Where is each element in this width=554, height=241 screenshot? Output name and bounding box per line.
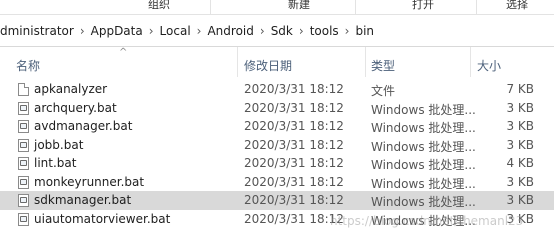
column-divider[interactable]: [237, 47, 238, 77]
column-header-name[interactable]: 名称: [16, 57, 40, 74]
file-modified-date: 2020/3/31 18:12: [244, 211, 344, 226]
file-name: sdkmanager.bat: [34, 193, 132, 207]
file-size: 3 KB: [506, 100, 534, 115]
breadcrumb-item-android[interactable]: Android: [204, 24, 256, 38]
ribbon-divider: [355, 0, 356, 14]
file-row-apkanalyzer[interactable]: apkanalyzer 2020/3/31 18:12 文件 7 KB: [0, 80, 554, 99]
chevron-right-icon[interactable]: ›: [296, 24, 307, 38]
batch-file-icon: [18, 101, 29, 115]
file-row-monkeyrunner[interactable]: monkeyrunner.bat 2020/3/31 18:12 Windows…: [0, 173, 554, 192]
file-size: 7 KB: [506, 82, 534, 96]
breadcrumb: dministrator › AppData › Local › Android…: [0, 15, 377, 46]
file-type: Windows 批处理...: [371, 102, 476, 117]
batch-file-icon: [18, 138, 29, 152]
breadcrumb-item-administrator[interactable]: dministrator: [0, 24, 77, 38]
column-divider[interactable]: [365, 47, 366, 77]
file-type: 文件: [371, 84, 396, 98]
file-name: archquery.bat: [34, 100, 117, 115]
file-name: lint.bat: [34, 156, 77, 170]
file-size: 3 KB: [506, 174, 534, 189]
file-type: Windows 批处理...: [371, 158, 476, 172]
breadcrumb-item-local[interactable]: Local: [157, 24, 194, 38]
file-name: jobb.bat: [34, 137, 84, 152]
chevron-right-icon[interactable]: ›: [146, 24, 157, 38]
column-header-date[interactable]: 修改日期: [244, 57, 292, 74]
file-type: Windows 批处理...: [371, 213, 476, 228]
column-divider[interactable]: [470, 47, 471, 77]
ribbon-group-new: 新建: [288, 0, 310, 11]
ribbon-group-open: 打开: [412, 0, 434, 11]
file-row-avdmanager[interactable]: avdmanager.bat 2020/3/31 18:12 Windows 批…: [0, 117, 554, 136]
file-type: Windows 批处理...: [371, 139, 476, 154]
ribbon-divider: [210, 0, 211, 14]
file-type: Windows 批处理...: [371, 176, 476, 191]
file-name: uiautomatorviewer.bat: [34, 211, 171, 226]
file-row-sdkmanager[interactable]: sdkmanager.bat 2020/3/31 18:12 Windows 批…: [0, 191, 554, 210]
chevron-right-icon[interactable]: ›: [342, 24, 353, 38]
file-modified-date: 2020/3/31 18:12: [244, 137, 344, 152]
batch-file-icon: [18, 120, 29, 133]
file-row-uiautomatorviewer[interactable]: uiautomatorviewer.bat 2020/3/31 18:12 Wi…: [0, 210, 554, 229]
file-icon: [18, 83, 29, 96]
file-row-lint[interactable]: lint.bat 2020/3/31 18:12 Windows 批处理... …: [0, 154, 554, 173]
file-modified-date: 2020/3/31 18:12: [244, 100, 344, 115]
chevron-right-icon[interactable]: ›: [257, 24, 268, 38]
chevron-right-icon[interactable]: ›: [77, 24, 88, 38]
file-modified-date: 2020/3/31 18:12: [244, 119, 344, 133]
file-modified-date: 2020/3/31 18:12: [244, 82, 344, 96]
ribbon-group-labels: 组织 新建 打开 选择: [0, 0, 554, 15]
file-type: Windows 批处理...: [371, 195, 476, 209]
column-header-type[interactable]: 类型: [371, 57, 395, 74]
file-size: 4 KB: [506, 156, 534, 170]
file-name: apkanalyzer: [34, 82, 108, 96]
breadcrumb-item-tools[interactable]: tools: [307, 24, 342, 38]
batch-file-icon: [18, 175, 29, 189]
file-row-jobb[interactable]: jobb.bat 2020/3/31 18:12 Windows 批处理... …: [0, 136, 554, 155]
ribbon-divider: [476, 0, 477, 14]
address-bar[interactable]: dministrator › AppData › Local › Android…: [0, 15, 554, 47]
ribbon-group-organize: 组织: [148, 0, 170, 11]
file-size: 3 KB: [506, 193, 534, 207]
ribbon-group-select: 选择: [506, 0, 528, 11]
file-type: Windows 批处理...: [371, 121, 476, 135]
batch-file-icon: [18, 157, 29, 170]
file-size: 3 KB: [506, 211, 534, 226]
column-header-row: ^ 名称 修改日期 类型 大小: [0, 47, 554, 77]
file-row-archquery[interactable]: archquery.bat 2020/3/31 18:12 Windows 批处…: [0, 99, 554, 118]
breadcrumb-item-appdata[interactable]: AppData: [88, 24, 146, 38]
chevron-right-icon[interactable]: ›: [194, 24, 205, 38]
file-size: 3 KB: [506, 119, 534, 133]
file-name: monkeyrunner.bat: [34, 174, 145, 189]
file-list: apkanalyzer 2020/3/31 18:12 文件 7 KB arch…: [0, 80, 554, 228]
file-modified-date: 2020/3/31 18:12: [244, 156, 344, 170]
batch-file-icon: [18, 212, 29, 226]
file-name: avdmanager.bat: [34, 119, 133, 133]
file-modified-date: 2020/3/31 18:12: [244, 193, 344, 207]
batch-file-icon: [18, 194, 29, 207]
breadcrumb-item-bin[interactable]: bin: [352, 24, 377, 38]
sort-ascending-icon: ^: [119, 47, 128, 58]
breadcrumb-item-sdk[interactable]: Sdk: [268, 24, 296, 38]
column-header-size[interactable]: 大小: [477, 57, 501, 74]
file-size: 3 KB: [506, 137, 534, 152]
file-modified-date: 2020/3/31 18:12: [244, 174, 344, 189]
